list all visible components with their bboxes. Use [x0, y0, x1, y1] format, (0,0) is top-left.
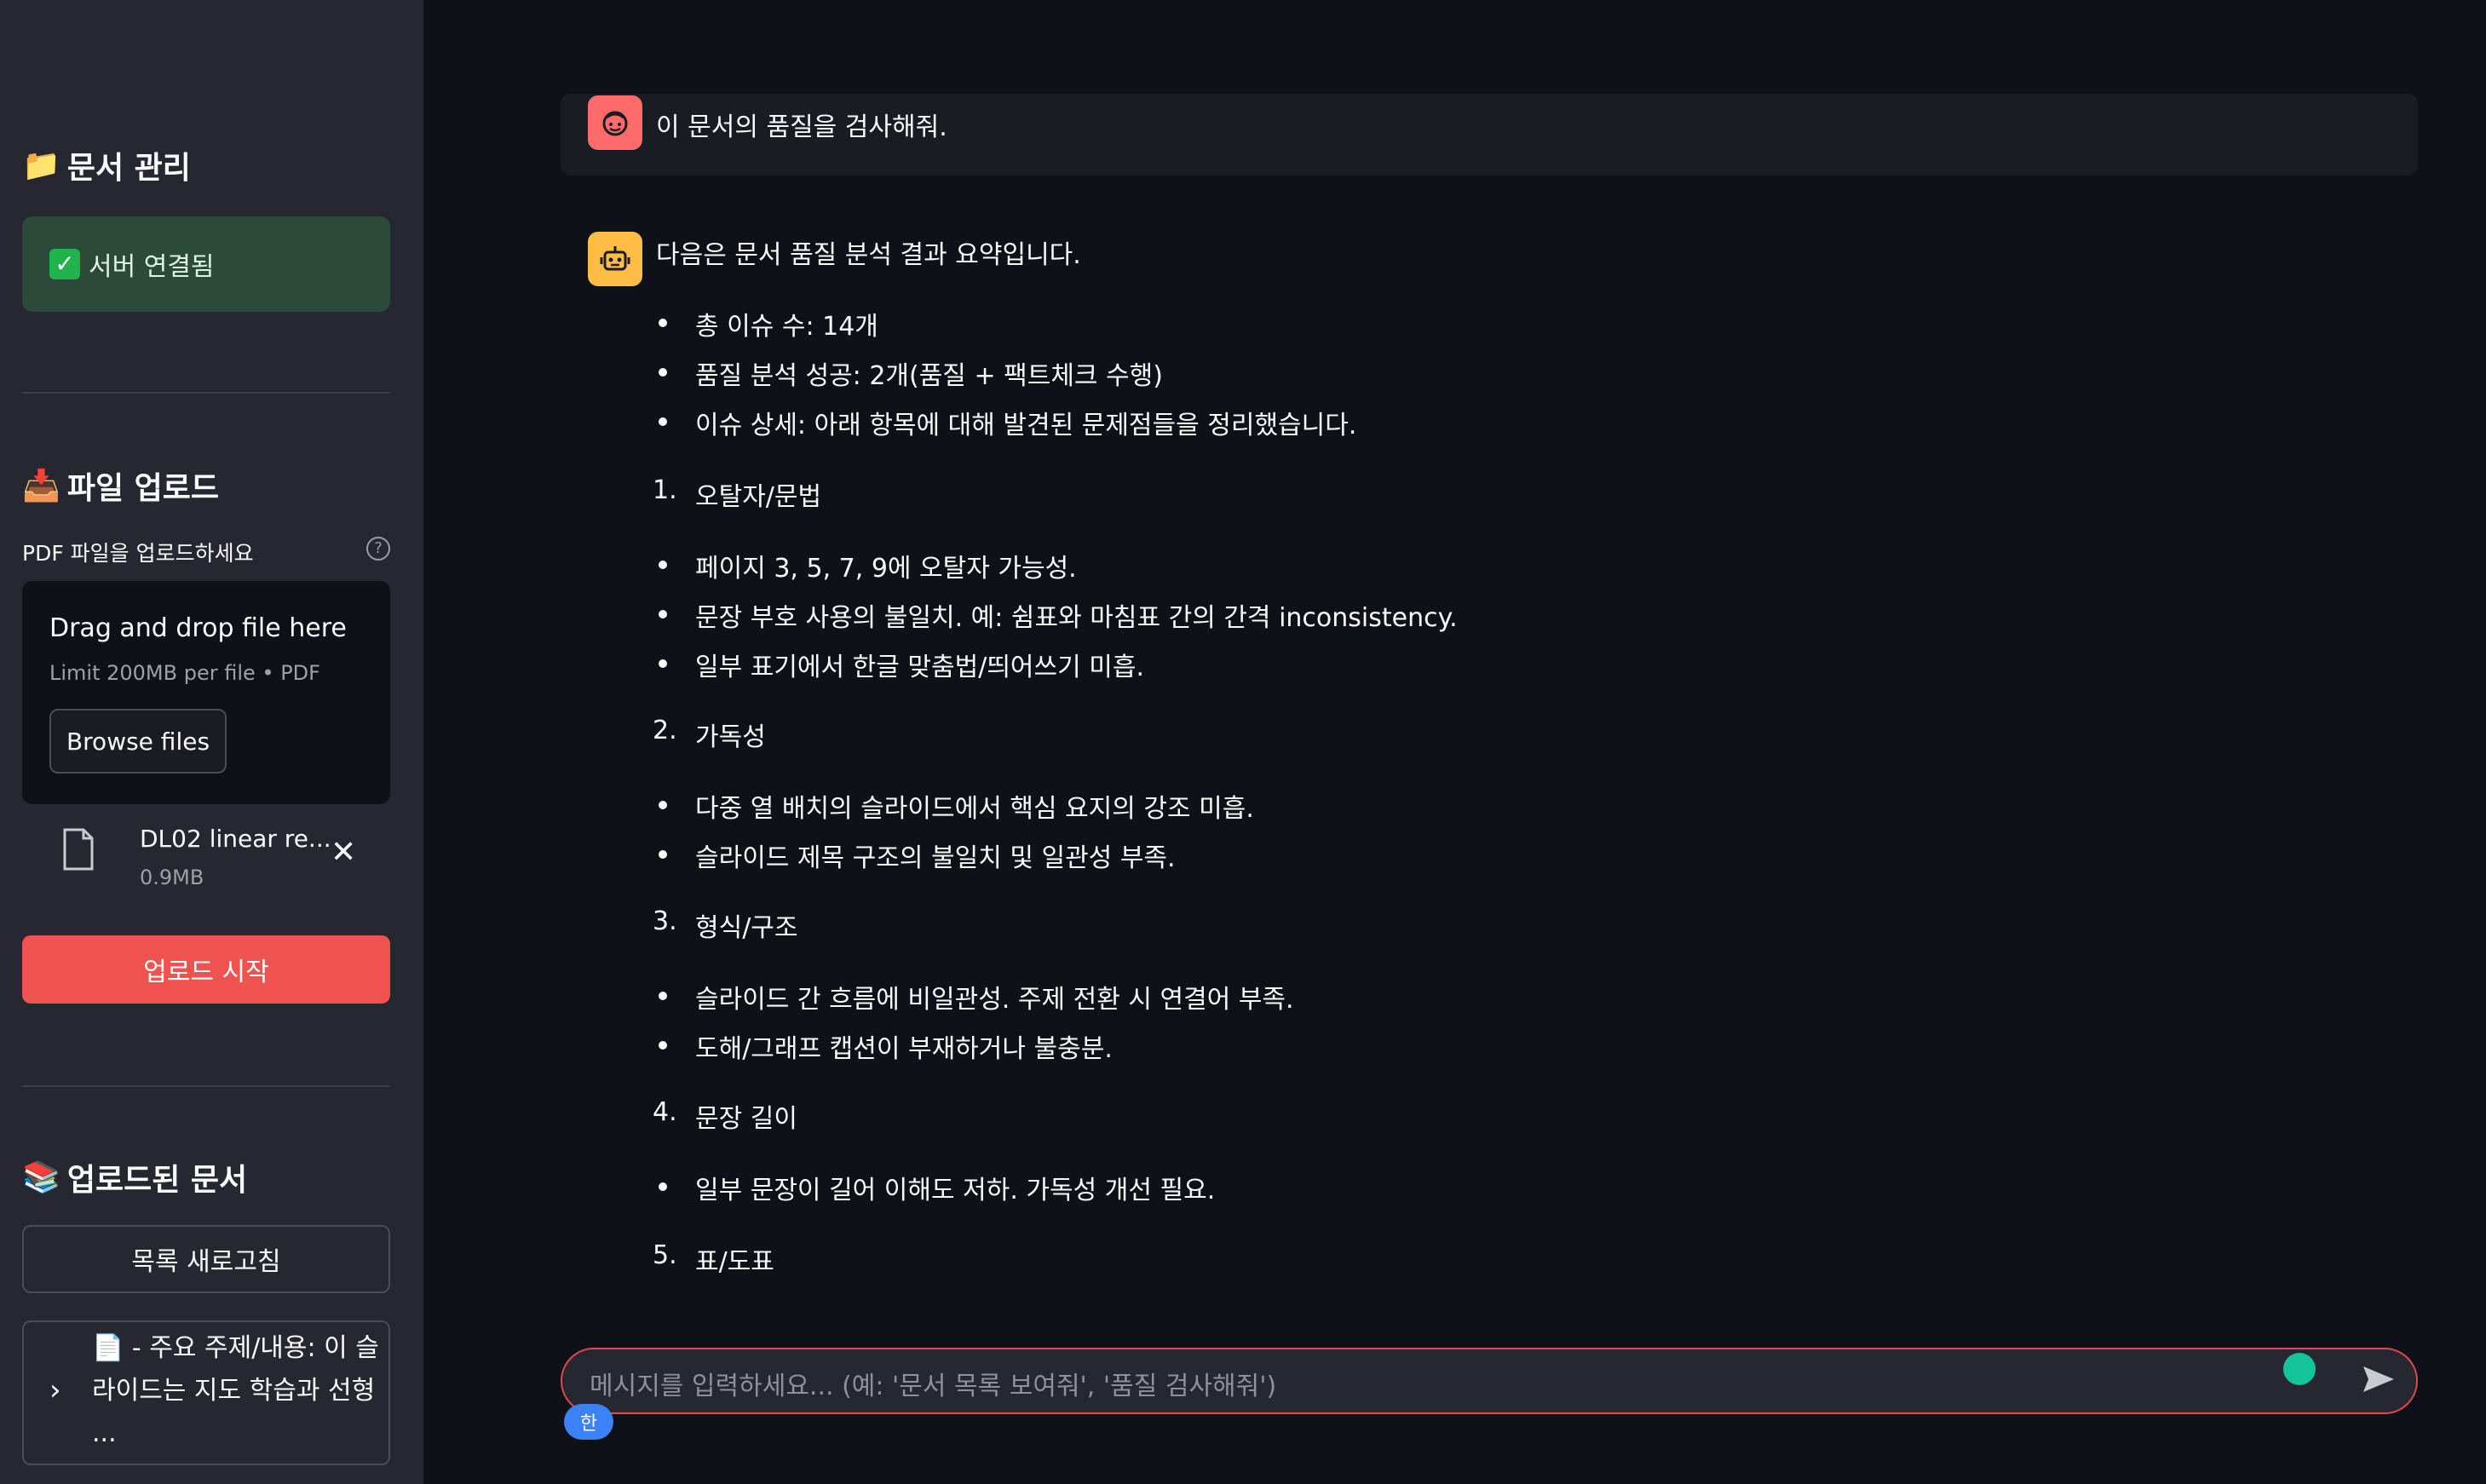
chevron-right-icon: › [49, 1373, 61, 1407]
assistant-intro: 다음은 문서 품질 분석 결과 요약입니다. [656, 240, 1081, 270]
dropzone-title: Drag and drop file here [49, 613, 347, 643]
uploaded-file-row: DL02 linear re... 0.9MB ✕ [22, 818, 390, 894]
document-summary: - 주요 주제/내용: 이 슬라이드는 지도 학습과 선형 ... [92, 1333, 379, 1448]
section-item: 일부 문장이 길어 이해도 저하. 가독성 개선 필요. [695, 1176, 1216, 1205]
bullet [659, 659, 667, 668]
ime-indicator: 한 [564, 1404, 613, 1440]
bullet [659, 850, 667, 859]
summary-item: 품질 분석 성공: 2개(품질 + 팩트체크 수행) [695, 361, 1163, 391]
summary-item: 이슈 상세: 아래 항목에 대해 발견된 문제점들을 정리했습니다. [695, 411, 1357, 440]
section-title: 표/도표 [695, 1247, 774, 1277]
books-icon: 📚 [22, 1160, 60, 1195]
divider [22, 1085, 390, 1087]
folder-icon: 📁 [22, 148, 60, 183]
section-title: 오탈자/문법 [695, 482, 822, 512]
refresh-list-button[interactable]: 목록 새로고침 [22, 1225, 390, 1293]
bullet [659, 561, 667, 569]
section-number: 5. [653, 1240, 677, 1270]
upload-label: PDF 파일을 업로드하세요 ? [22, 537, 390, 567]
bullet [659, 1041, 667, 1050]
bullet [659, 1182, 667, 1191]
section-title: 문장 길이 [695, 1104, 797, 1134]
file-name: DL02 linear re... [140, 825, 331, 853]
section-number: 4. [653, 1097, 677, 1127]
upload-start-button[interactable]: 업로드 시작 [22, 935, 390, 1004]
send-icon[interactable] [2362, 1365, 2396, 1394]
inbox-tray-icon: 📥 [22, 469, 60, 503]
bullet [659, 368, 667, 377]
check-icon: ✓ [49, 249, 80, 279]
section-number: 2. [653, 716, 677, 745]
doc-management-heading: 📁 문서 관리 [22, 148, 191, 186]
document-expander[interactable]: › 📄 - 주요 주제/내용: 이 슬라이드는 지도 학습과 선형 ... [22, 1320, 390, 1465]
user-avatar-icon [588, 95, 642, 150]
file-size: 0.9MB [140, 866, 204, 889]
user-message-text: 이 문서의 품질을 검사해줘. [656, 112, 947, 142]
section-item: 다중 열 배치의 슬라이드에서 핵심 요지의 강조 미흡. [695, 794, 1254, 824]
section-item: 문장 부호 사용의 불일치. 예: 쉼표와 마침표 간의 간격 inconsis… [695, 603, 1458, 633]
section-number: 1. [653, 475, 677, 505]
remove-file-icon[interactable]: ✕ [331, 835, 356, 870]
uploaded-docs-heading: 📚 업로드된 문서 [22, 1160, 248, 1198]
divider [22, 392, 390, 394]
browse-files-button[interactable]: Browse files [49, 709, 227, 774]
bullet [659, 417, 667, 426]
server-status-alert: ✓ 서버 연결됨 [22, 216, 390, 312]
section-title: 가독성 [695, 722, 766, 752]
section-item: 슬라이드 간 흐름에 비일관성. 주제 전환 시 연결어 부족. [695, 985, 1294, 1015]
dropzone-limit: Limit 200MB per file • PDF [49, 661, 320, 685]
section-item: 도해/그래프 캡션이 부재하거나 불충분. [695, 1034, 1113, 1064]
bullet [659, 610, 667, 618]
summary-item: 총 이슈 수: 14개 [695, 312, 878, 342]
section-number: 3. [653, 906, 677, 936]
assistant-avatar-icon [588, 232, 642, 286]
section-item: 슬라이드 제목 구조의 불일치 및 일관성 부족. [695, 843, 1176, 873]
user-message: 이 문서의 품질을 검사해줘. [561, 94, 2418, 175]
chat-input-placeholder: 메시지를 입력하세요... (예: '문서 목록 보여줘', '품질 검사해줘'… [590, 1372, 1277, 1401]
section-title: 형식/구조 [695, 913, 798, 943]
grammarly-icon[interactable] [2283, 1353, 2316, 1385]
file-dropzone[interactable]: Drag and drop file here Limit 200MB per … [22, 581, 390, 804]
section-item: 페이지 3, 5, 7, 9에 오탈자 가능성. [695, 554, 1077, 584]
section-item: 일부 표기에서 한글 맞춤법/띄어쓰기 미흡. [695, 653, 1144, 682]
help-icon[interactable]: ? [366, 537, 390, 561]
file-icon [63, 828, 94, 871]
bullet [659, 801, 667, 809]
bullet [659, 992, 667, 1000]
document-icon: 📄 [92, 1333, 124, 1363]
bullet [659, 319, 667, 327]
chat-input[interactable]: 메시지를 입력하세요... (예: '문서 목록 보여줘', '품질 검사해줘'… [561, 1348, 2418, 1414]
sidebar: 📁 문서 관리 ✓ 서버 연결됨 📥 파일 업로드 PDF 파일을 업로드하세요… [0, 0, 423, 1484]
file-upload-heading: 📥 파일 업로드 [22, 469, 219, 506]
